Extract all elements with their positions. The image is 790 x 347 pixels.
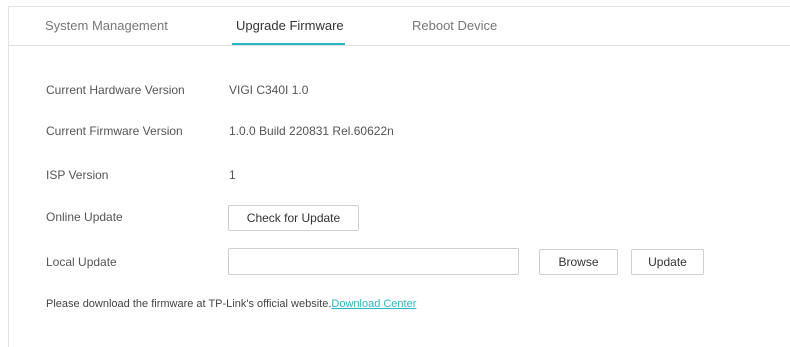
isp-version-label: ISP Version <box>46 168 109 182</box>
download-center-link[interactable]: Download Center <box>331 298 416 310</box>
firmware-version-value: 1.0.0 Build 220831 Rel.60622n <box>229 124 394 138</box>
firmware-file-input[interactable] <box>228 248 519 275</box>
update-button[interactable]: Update <box>631 249 704 275</box>
online-update-label: Online Update <box>46 210 123 224</box>
tab-reboot-device[interactable]: Reboot Device <box>412 18 497 33</box>
download-note: Please download the firmware at TP-Link'… <box>46 298 416 310</box>
hardware-version-label: Current Hardware Version <box>46 83 185 97</box>
active-tab-indicator <box>232 43 345 45</box>
upgrade-panel: System Management Upgrade Firmware Reboo… <box>8 6 790 347</box>
check-for-update-button[interactable]: Check for Update <box>228 205 359 231</box>
isp-version-value: 1 <box>229 168 236 182</box>
download-note-text: Please download the firmware at TP-Link'… <box>46 298 332 310</box>
tab-bar: System Management Upgrade Firmware Reboo… <box>9 7 790 46</box>
browse-button[interactable]: Browse <box>539 249 618 275</box>
hardware-version-value: VIGI C340I 1.0 <box>229 83 309 97</box>
tab-upgrade-firmware[interactable]: Upgrade Firmware <box>236 18 344 33</box>
tab-system-management[interactable]: System Management <box>45 18 168 33</box>
local-update-label: Local Update <box>46 255 117 269</box>
firmware-version-label: Current Firmware Version <box>46 124 183 138</box>
